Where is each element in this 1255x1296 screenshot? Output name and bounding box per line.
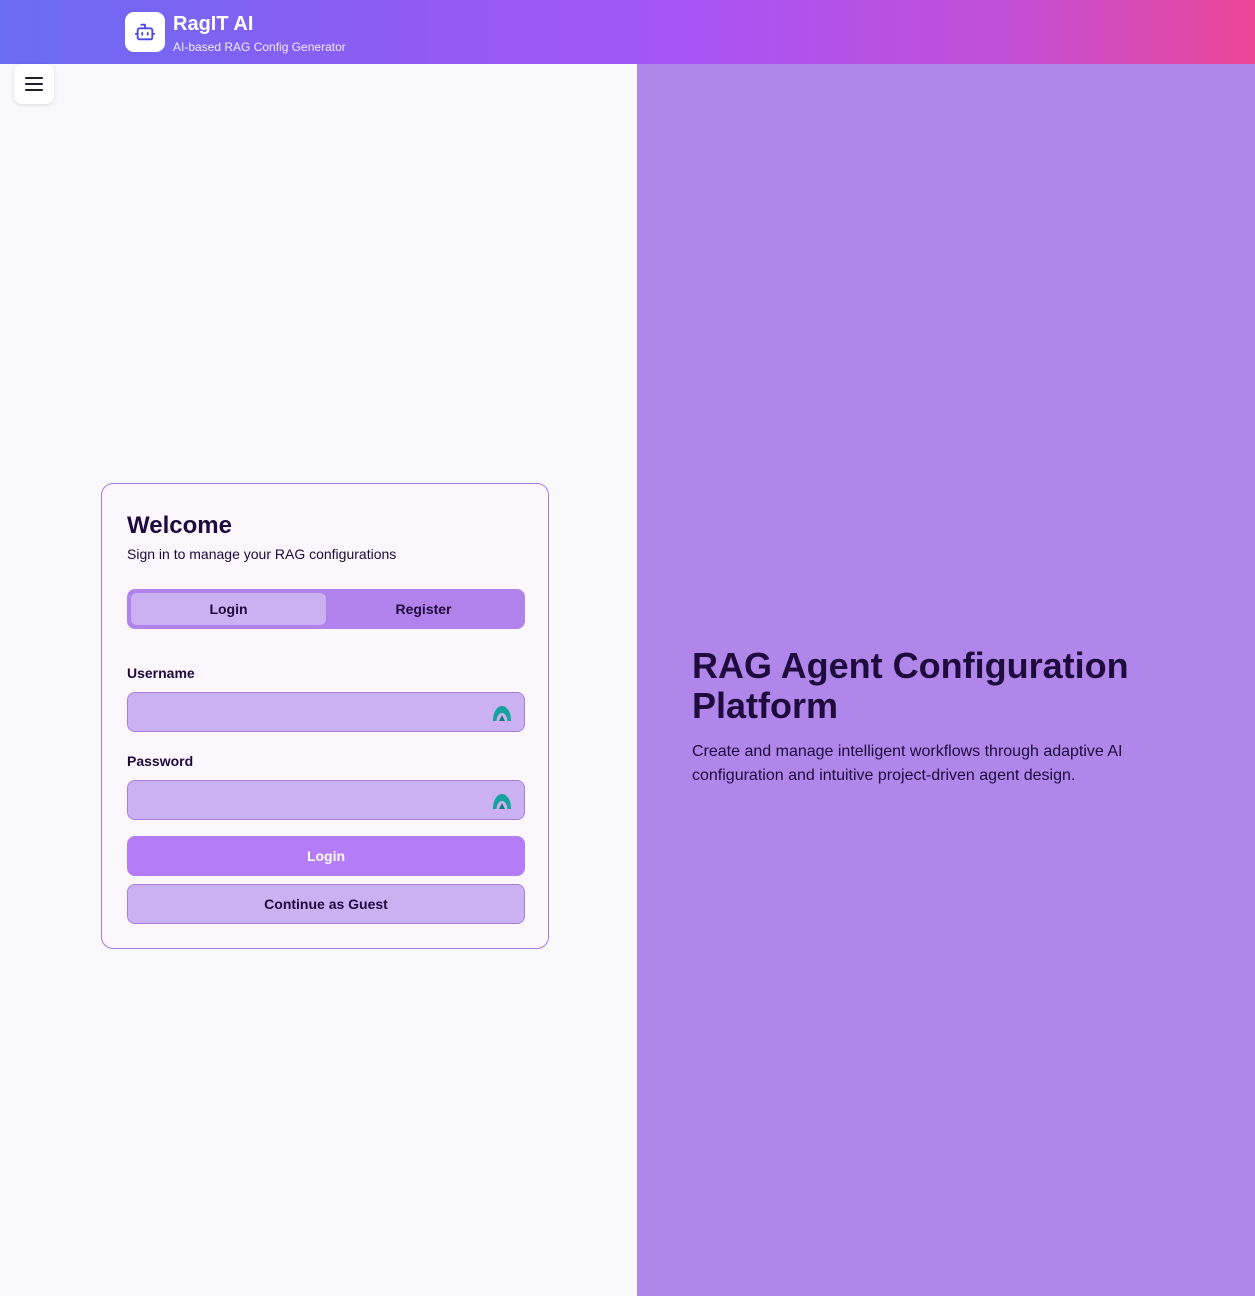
password-field[interactable] bbox=[128, 781, 524, 819]
menu-button[interactable] bbox=[14, 64, 54, 104]
hero-title: RAG Agent Configuration Platform bbox=[692, 645, 1129, 726]
card-title: Welcome bbox=[127, 512, 232, 539]
hero-panel: RAG Agent Configuration Platform Create … bbox=[637, 64, 1255, 1296]
app-title: RagIT AI bbox=[173, 13, 254, 35]
password-label: Password bbox=[127, 753, 194, 769]
app-subtitle: AI-based RAG Config Generator bbox=[173, 40, 346, 54]
password-manager-icon bbox=[493, 794, 511, 809]
card-subtitle: Sign in to manage your RAG configuration… bbox=[127, 546, 397, 562]
password-manager-icon bbox=[493, 706, 511, 721]
auth-tabs: Login Register bbox=[127, 589, 525, 629]
username-label: Username bbox=[127, 665, 195, 681]
username-field[interactable] bbox=[128, 693, 524, 731]
guest-button[interactable]: Continue as Guest bbox=[127, 884, 525, 924]
login-button[interactable]: Login bbox=[127, 836, 525, 876]
robot-icon bbox=[134, 23, 156, 41]
top-bar: RagIT AI AI-based RAG Config Generator bbox=[0, 0, 1255, 64]
hero-description: Create and manage intelligent workflows … bbox=[692, 743, 1123, 784]
app-logo[interactable] bbox=[125, 12, 165, 52]
hamburger-menu-icon bbox=[25, 77, 43, 91]
username-field-wrapper bbox=[127, 692, 525, 732]
tab-register[interactable]: Register bbox=[326, 593, 521, 625]
tab-login[interactable]: Login bbox=[131, 593, 326, 625]
password-field-wrapper bbox=[127, 780, 525, 820]
auth-card: Welcome Sign in to manage your RAG confi… bbox=[101, 483, 549, 949]
